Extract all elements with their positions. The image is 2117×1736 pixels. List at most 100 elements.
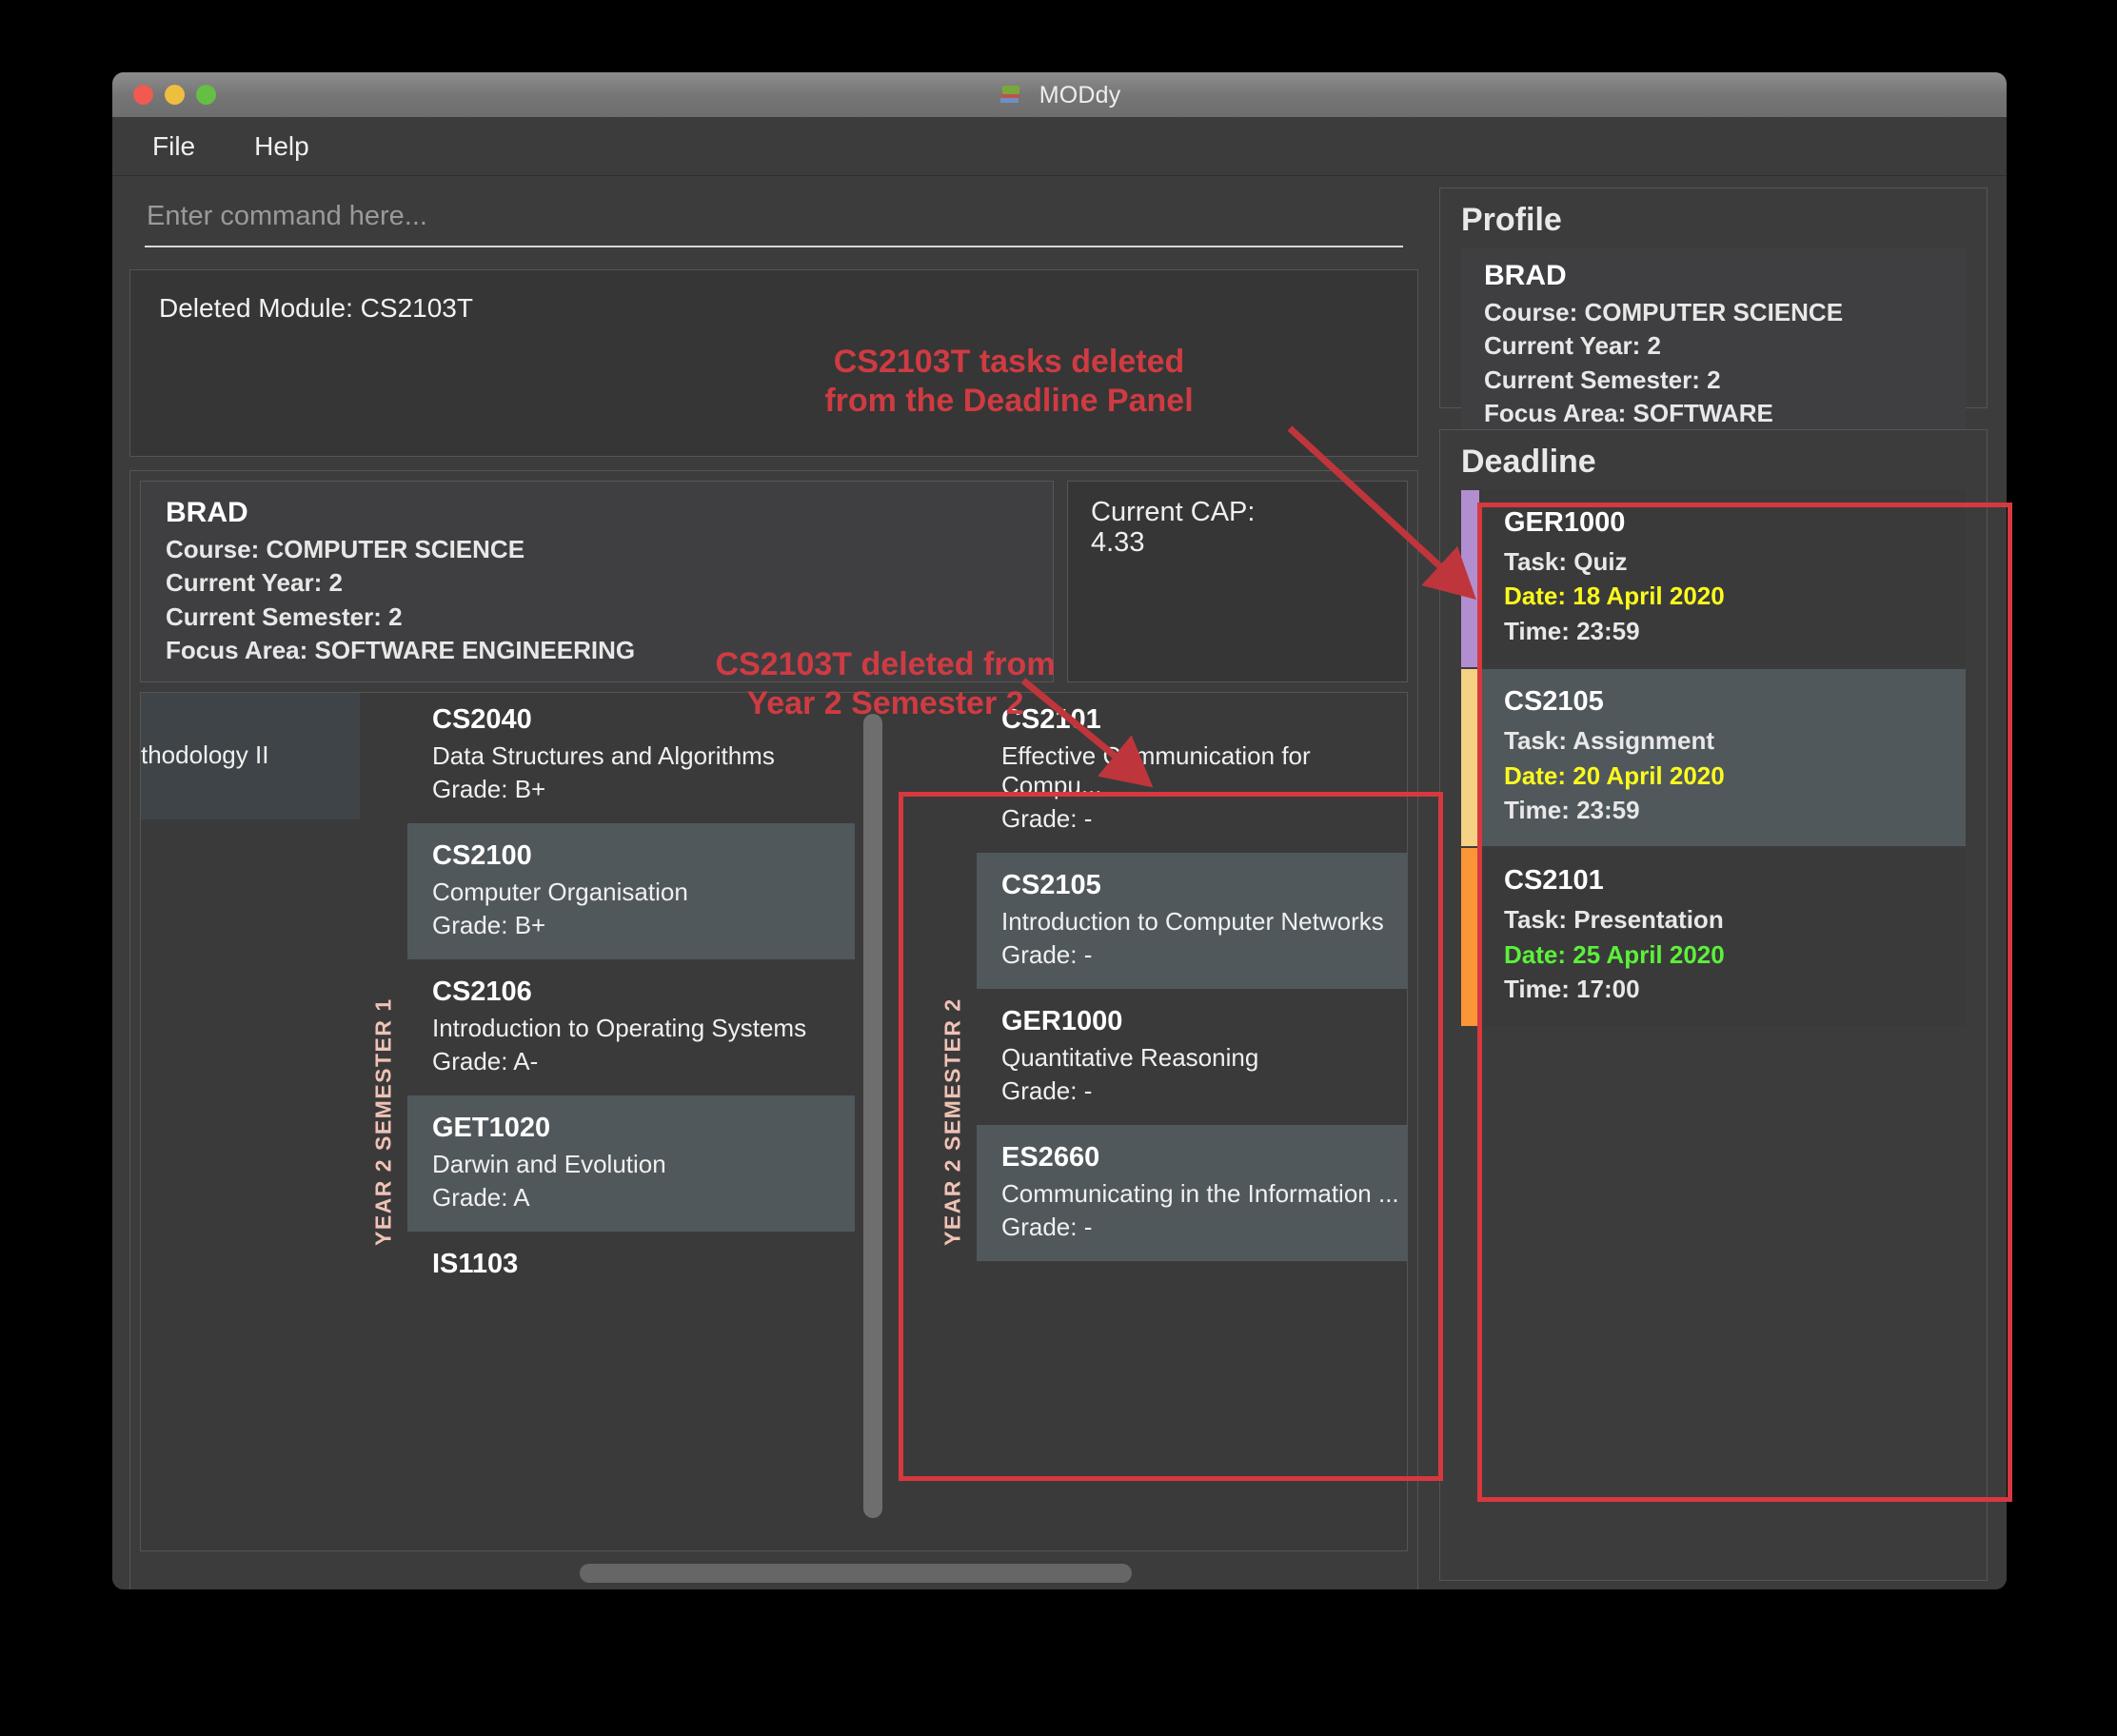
module-list-y2s1: CS2040 Data Structures and Algorithms Gr… (407, 693, 855, 1550)
window-titlebar: MODdy (112, 72, 2007, 118)
deadline-task: Task: Assignment (1504, 726, 1715, 756)
profile-panel-title: Profile (1461, 202, 1562, 238)
semester-label-y2s2: YEAR 2 SEMESTER 2 (940, 997, 965, 1246)
modules-horizontal-scrollbar[interactable] (132, 1561, 1415, 1586)
window-body: Deleted Module: CS2103T BRAD Course: COM… (112, 176, 2007, 1589)
deadline-body: CS2105 Task: Assignment Date: 20 April 2… (1479, 669, 1725, 846)
main-pane: BRAD Course: COMPUTER SCIENCE Current Ye… (129, 470, 1418, 1589)
deadline-module-code: CS2101 (1504, 865, 1604, 897)
app-window: MODdy File Help Deleted Module: CS2103T (112, 72, 2007, 1589)
module-grade: Grade: - (1001, 1076, 1093, 1105)
module-title: Darwin and Evolution (432, 1150, 666, 1178)
profile-panel-semester: Current Semester: 2 (1484, 365, 1721, 394)
deadline-panel-title: Deadline (1461, 444, 1596, 480)
close-window-button[interactable] (133, 85, 153, 105)
deadline-module-code: CS2105 (1504, 686, 1604, 718)
deadline-body: GER1000 Task: Quiz Date: 18 April 2020 T… (1479, 490, 1725, 667)
module-grade: Grade: - (1001, 940, 1093, 969)
deadline-date: Date: 25 April 2020 (1504, 939, 1725, 969)
window-title: MODdy (112, 80, 2007, 109)
clipped-module-card[interactable]: thodology II (141, 693, 360, 819)
scrollbar-thumb[interactable] (863, 714, 882, 1518)
scrollbar-thumb[interactable] (580, 1564, 1132, 1583)
deadline-time: Time: 23:59 (1504, 616, 1640, 645)
module-card[interactable]: IS1103 (407, 1232, 855, 1305)
module-card[interactable]: CS2105 Introduction to Computer Networks… (977, 853, 1407, 989)
module-title: Data Structures and Algorithms (432, 741, 775, 770)
module-grade: Grade: A (432, 1183, 530, 1212)
deadline-item[interactable]: CS2101 Task: Presentation Date: 25 April… (1461, 848, 1966, 1026)
profile-semester: Current Semester: 2 (166, 602, 403, 631)
deadline-item[interactable]: GER1000 Task: Quiz Date: 18 April 2020 T… (1461, 490, 1966, 668)
profile-panel-name: BRAD (1484, 260, 1567, 291)
deadline-task: Task: Presentation (1504, 905, 1724, 935)
right-column: Profile BRAD Course: COMPUTER SCIENCE Cu… (1435, 176, 2007, 1589)
module-card[interactable]: CS2040 Data Structures and Algorithms Gr… (407, 693, 855, 823)
window-title-text: MODdy (1039, 82, 1121, 108)
current-cap-card: Current CAP: 4.33 (1067, 481, 1408, 682)
cap-value: 4.33 (1091, 527, 1145, 559)
deadline-time: Time: 23:59 (1504, 795, 1640, 824)
module-title: Communicating in the Information ... (1001, 1179, 1399, 1208)
cap-label: Current CAP: (1091, 497, 1256, 527)
minimize-window-button[interactable] (165, 85, 185, 105)
profile-card-main: BRAD Course: COMPUTER SCIENCE Current Ye… (140, 481, 1054, 682)
semester-group-y2s1: YEAR 2 SEMESTER 1 CS2040 Data Structures… (360, 693, 883, 1550)
semester-group-y2s2: YEAR 2 SEMESTER 2 CS2101 Effective Commu… (908, 693, 1407, 1550)
module-code: CS2101 (1001, 704, 1101, 735)
module-code: IS1103 (432, 1249, 519, 1279)
deadline-color-bar (1461, 669, 1479, 847)
module-card[interactable]: CS2100 Computer Organisation Grade: B+ (407, 823, 855, 959)
module-grade: Grade: B+ (432, 911, 546, 939)
deadline-item[interactable]: CS2105 Task: Assignment Date: 20 April 2… (1461, 669, 1966, 847)
books-icon (999, 85, 1030, 111)
module-card[interactable]: CS2106 Introduction to Operating Systems… (407, 959, 855, 1095)
info-row: BRAD Course: COMPUTER SCIENCE Current Ye… (130, 471, 1417, 682)
module-code: CS2105 (1001, 870, 1101, 900)
left-column: Deleted Module: CS2103T BRAD Course: COM… (112, 176, 1435, 1589)
result-text: Deleted Module: CS2103T (159, 293, 473, 323)
semester-label-y2s1: YEAR 2 SEMESTER 1 (370, 997, 396, 1246)
module-title: Computer Organisation (432, 878, 688, 906)
deadline-body: CS2101 Task: Presentation Date: 25 April… (1479, 848, 1725, 1025)
menu-bar: File Help (112, 118, 2007, 176)
module-code: CS2106 (432, 976, 532, 1007)
module-list-scrollbar-y2s1[interactable] (862, 706, 883, 1541)
module-card[interactable]: GET1020 Darwin and Evolution Grade: A (407, 1095, 855, 1232)
profile-course: Course: COMPUTER SCIENCE (166, 535, 525, 563)
profile-focus-area: Focus Area: SOFTWARE ENGINEERING (166, 636, 636, 665)
profile-name: BRAD (166, 497, 248, 528)
module-card[interactable]: CS2101 Effective Communication for Compu… (977, 693, 1407, 853)
menu-item-help[interactable]: Help (239, 128, 325, 166)
profile-panel-year: Current Year: 2 (1484, 331, 1661, 361)
module-code: GER1000 (1001, 1006, 1123, 1036)
module-title: Effective Communication for Compu... (1001, 741, 1311, 799)
deadline-date: Date: 18 April 2020 (1504, 582, 1725, 611)
module-code: ES2660 (1001, 1142, 1100, 1173)
clipped-module-title: thodology II (141, 740, 269, 769)
deadline-color-bar (1461, 490, 1479, 668)
result-display-box: Deleted Module: CS2103T (129, 269, 1418, 457)
command-input[interactable] (145, 194, 1403, 247)
module-grade: Grade: - (1001, 1213, 1093, 1241)
module-code: CS2100 (432, 840, 532, 871)
deadline-module-code: GER1000 (1504, 507, 1626, 538)
deadline-task: Task: Quiz (1504, 547, 1628, 576)
module-title: Quantitative Reasoning (1001, 1043, 1259, 1072)
maximize-window-button[interactable] (196, 85, 216, 105)
module-code: GET1020 (432, 1113, 551, 1143)
profile-panel: Profile BRAD Course: COMPUTER SCIENCE Cu… (1439, 187, 1988, 480)
module-grade: Grade: - (1001, 804, 1093, 833)
clipped-module-column: thodology II (141, 693, 360, 1550)
deadline-panel: Deadline GER1000 Task: Quiz Date: 18 Apr… (1439, 429, 1988, 1581)
modules-area: thodology II YEAR 2 SEMESTER 1 CS2040 Da… (140, 692, 1408, 1551)
screenshot-root: MODdy File Help Deleted Module: CS2103T (0, 0, 2117, 1736)
deadline-time: Time: 17:00 (1504, 975, 1640, 1004)
module-grade: Grade: A- (432, 1047, 539, 1075)
deadline-color-bar (1461, 848, 1479, 1026)
traffic-light-group (133, 85, 216, 105)
module-title: Introduction to Computer Networks (1001, 907, 1384, 936)
menu-item-file[interactable]: File (137, 128, 210, 166)
module-card[interactable]: ES2660 Communicating in the Information … (977, 1125, 1407, 1261)
module-card[interactable]: GER1000 Quantitative Reasoning Grade: - (977, 989, 1407, 1125)
